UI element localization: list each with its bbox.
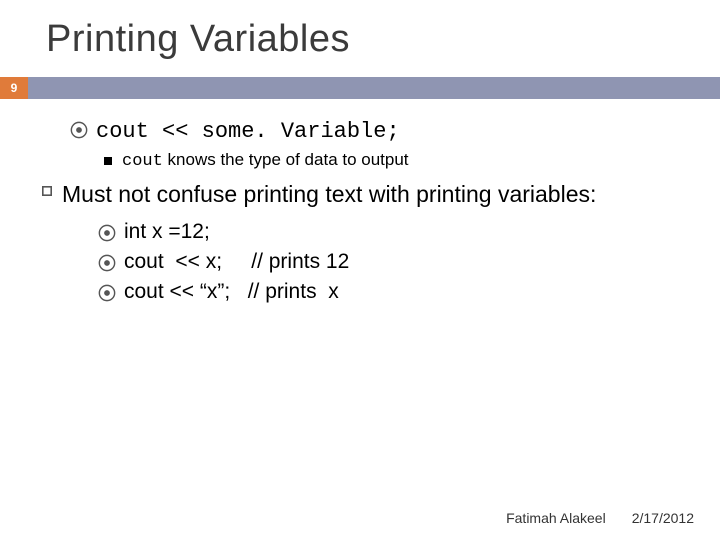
bullet-text: cout << some. Variable; <box>96 117 400 144</box>
page-number: 9 <box>0 77 28 99</box>
sub-line-2: cout << x; // prints 12 <box>98 250 690 274</box>
target-bullet-icon <box>98 224 116 242</box>
bullet-line-3: Must not confuse printing text with prin… <box>42 179 690 210</box>
gray-bar <box>28 77 720 99</box>
bullet-text: cout << “x”; // prints x <box>124 280 339 304</box>
code-cout: cout <box>122 152 163 171</box>
bullet-text: int x =12; <box>124 220 210 244</box>
slide-title: Printing Variables <box>0 0 720 71</box>
footer-author: Fatimah Alakeel <box>506 510 606 526</box>
header-bar: 9 <box>0 77 720 99</box>
square-bullet-block: Must not confuse printing text with prin… <box>70 179 690 304</box>
target-bullet-icon <box>70 121 88 139</box>
square-bullet-icon <box>104 157 112 165</box>
code-cout: cout <box>96 119 149 144</box>
target-bullet-icon <box>98 254 116 272</box>
bullet-text: cout knows the type of data to output <box>122 150 409 171</box>
slide: Printing Variables 9 cout << some. Varia… <box>0 0 720 540</box>
sub-line-3: cout << “x”; // prints x <box>98 280 690 304</box>
sub-bullet-block: int x =12; cout << x; // prints 12 cout … <box>98 220 690 304</box>
footer-date: 2/17/2012 <box>632 510 694 526</box>
sub-line-1: int x =12; <box>98 220 690 244</box>
hollow-square-icon <box>42 186 52 196</box>
footer: Fatimah Alakeel 2/17/2012 <box>506 510 694 526</box>
bullet-text: cout << x; // prints 12 <box>124 250 349 274</box>
bullet-line-1: cout << some. Variable; <box>70 117 690 144</box>
bullet-text: Must not confuse printing text with prin… <box>62 179 596 210</box>
plain-text: knows the type of data to output <box>163 150 409 169</box>
code-rest: << some. Variable; <box>149 119 400 144</box>
target-bullet-icon <box>98 284 116 302</box>
content-area: cout << some. Variable; cout knows the t… <box>0 99 720 304</box>
bullet-line-2: cout knows the type of data to output <box>104 150 690 171</box>
